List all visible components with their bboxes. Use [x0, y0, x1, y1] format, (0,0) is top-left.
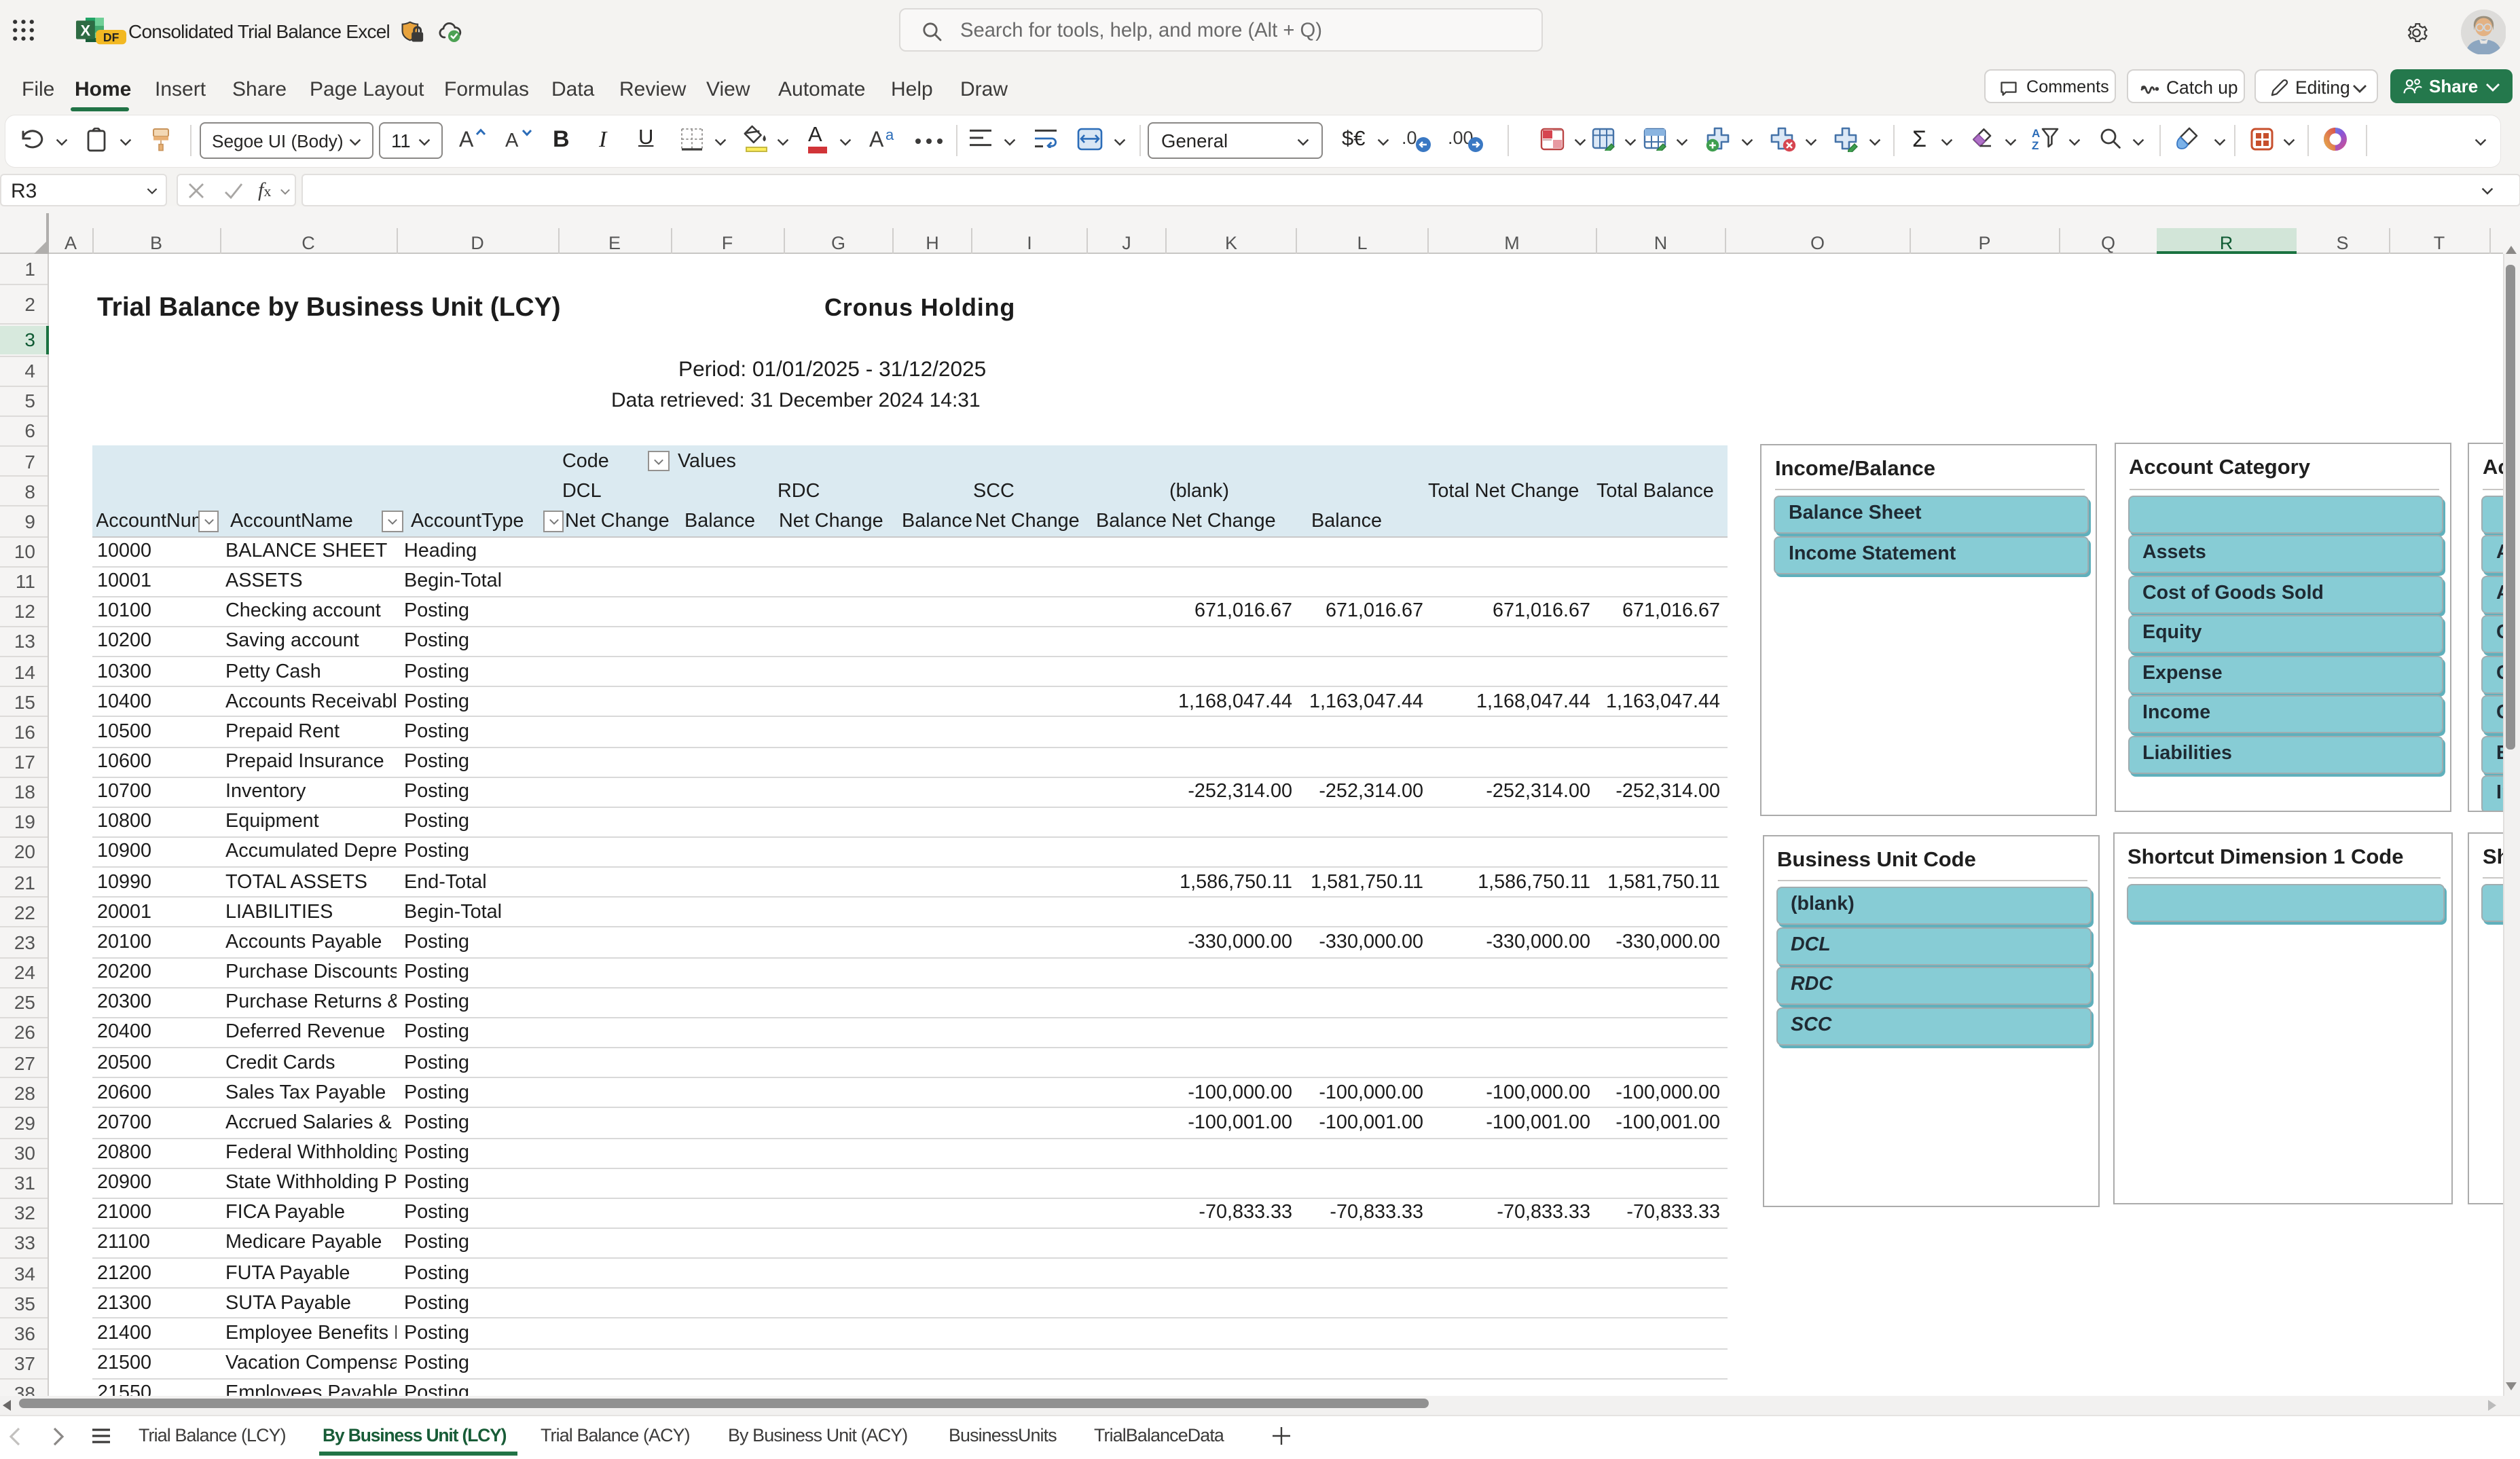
svg-text:X: X	[80, 22, 90, 39]
svg-text:A: A	[2032, 127, 2040, 140]
svg-text:A: A	[869, 127, 884, 151]
svg-text:A: A	[505, 130, 519, 151]
svg-text:Z: Z	[2032, 139, 2039, 151]
svg-text:A: A	[459, 127, 474, 151]
svg-text:.0: .0	[1402, 128, 1417, 148]
svg-text:a: a	[885, 126, 894, 143]
svg-text:DF: DF	[103, 31, 120, 44]
